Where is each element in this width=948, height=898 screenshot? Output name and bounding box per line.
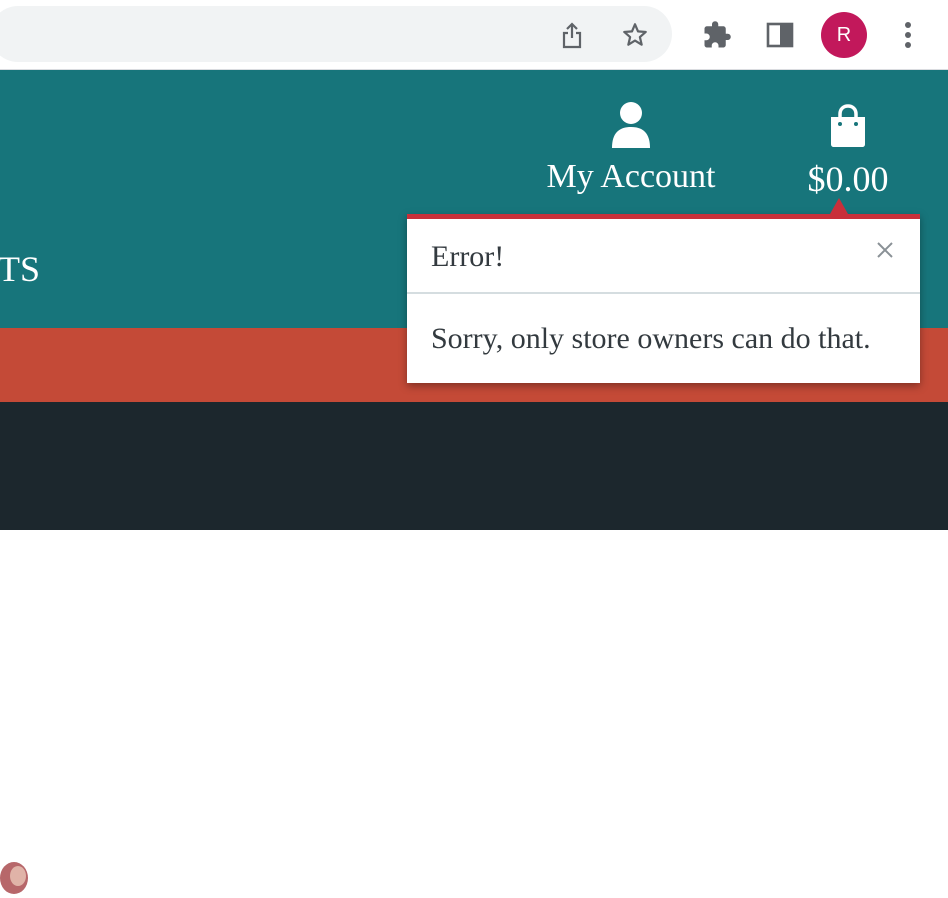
- extensions-icon[interactable]: [700, 18, 734, 52]
- close-icon[interactable]: [873, 238, 897, 262]
- error-popup: Error! Sorry, only store owners can do t…: [407, 198, 920, 383]
- profile-avatar[interactable]: R: [821, 12, 867, 58]
- profile-initial: R: [836, 23, 852, 46]
- my-account-link[interactable]: My Account: [540, 100, 722, 196]
- side-panel-icon[interactable]: [764, 18, 796, 52]
- star-icon[interactable]: [618, 18, 652, 52]
- nav-item-partial[interactable]: TS: [0, 248, 40, 290]
- browser-toolbar: R: [0, 0, 948, 70]
- user-icon: [612, 102, 650, 148]
- popup-title: Error!: [431, 240, 505, 273]
- hero-decoration: [0, 862, 28, 894]
- my-account-label: My Account: [546, 158, 716, 195]
- popup-accent-bar: [407, 214, 920, 219]
- cart-link[interactable]: $0.00: [800, 104, 896, 200]
- popup-caret: [830, 198, 848, 214]
- shopping-bag-icon: [831, 104, 865, 147]
- menu-icon[interactable]: [893, 16, 923, 54]
- cart-total: $0.00: [807, 159, 889, 199]
- popup-divider: [407, 292, 920, 294]
- hero-image: [0, 402, 948, 894]
- share-icon[interactable]: [556, 18, 588, 52]
- popup-message: Sorry, only store owners can do that.: [431, 322, 871, 355]
